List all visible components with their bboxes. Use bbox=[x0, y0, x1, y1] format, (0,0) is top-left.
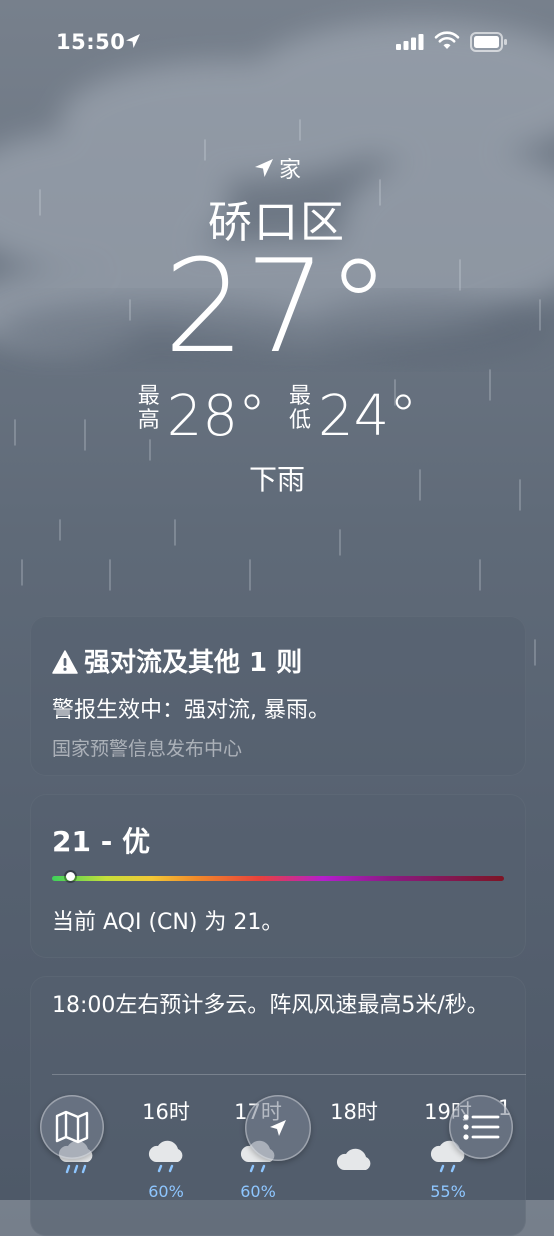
high-label: 最高 bbox=[137, 384, 160, 433]
current-temperature: 27° bbox=[163, 233, 391, 382]
low-label: 最低 bbox=[288, 384, 311, 433]
hour-label: 16时 bbox=[142, 1100, 190, 1124]
location-arrow-icon bbox=[270, 1120, 286, 1136]
aqi-scale-bar bbox=[52, 876, 504, 881]
air-quality-card[interactable]: 21 - 优 当前 AQI (CN) 为 21。 bbox=[30, 794, 526, 958]
wifi-icon bbox=[434, 31, 460, 49]
precip-probability: 55% bbox=[430, 1182, 466, 1201]
cloud-icon bbox=[336, 1148, 371, 1170]
divider bbox=[52, 1074, 526, 1075]
severe-weather-alert-card[interactable]: 强对流及其他 1 则 警报生效中：强对流, 暴雨。 国家预警信息发布中心 bbox=[30, 616, 526, 776]
location-name: 家 bbox=[278, 158, 301, 183]
location-arrow-icon bbox=[254, 159, 273, 177]
current-location-button[interactable] bbox=[245, 1095, 311, 1161]
location-services-icon bbox=[126, 34, 140, 48]
battery-icon bbox=[470, 32, 507, 52]
hour-item[interactable]: 16时 60% bbox=[126, 1096, 206, 1201]
rain-icon bbox=[148, 1140, 183, 1173]
city-list-button[interactable] bbox=[449, 1095, 513, 1159]
warning-triangle-icon bbox=[52, 650, 78, 674]
list-icon bbox=[463, 1114, 500, 1140]
alert-source: 国家预警信息发布中心 bbox=[52, 738, 243, 760]
alert-title: 强对流及其他 1 则 bbox=[52, 642, 302, 679]
aqi-value: 21 - 优 bbox=[52, 825, 151, 858]
aqi-description: 当前 AQI (CN) 为 21。 bbox=[52, 910, 284, 935]
hour-item[interactable]: 18时 bbox=[314, 1096, 394, 1170]
status-bar: 15:50 bbox=[0, 26, 554, 58]
hourly-summary: 18:00左右预计多云。阵风风速最高5米/秒。 bbox=[52, 993, 489, 1018]
current-location-label: 家 bbox=[0, 152, 554, 184]
aqi-level-indicator bbox=[66, 872, 76, 881]
alert-body: 警报生效中：强对流, 暴雨。 bbox=[52, 698, 330, 723]
high-temperature: 28° bbox=[166, 384, 266, 449]
weather-condition: 下雨 bbox=[248, 463, 305, 496]
high-low-temperatures: 最高 28° 最低 24° bbox=[0, 384, 554, 449]
cellular-signal-icon bbox=[396, 34, 424, 50]
low-temperature: 24° bbox=[318, 384, 418, 449]
hour-label: 18时 bbox=[330, 1100, 378, 1124]
map-icon bbox=[55, 1110, 89, 1144]
map-button[interactable] bbox=[40, 1095, 104, 1159]
status-time: 15:50 bbox=[56, 30, 126, 54]
precip-probability: 60% bbox=[240, 1182, 276, 1201]
precip-probability: 60% bbox=[148, 1182, 184, 1201]
